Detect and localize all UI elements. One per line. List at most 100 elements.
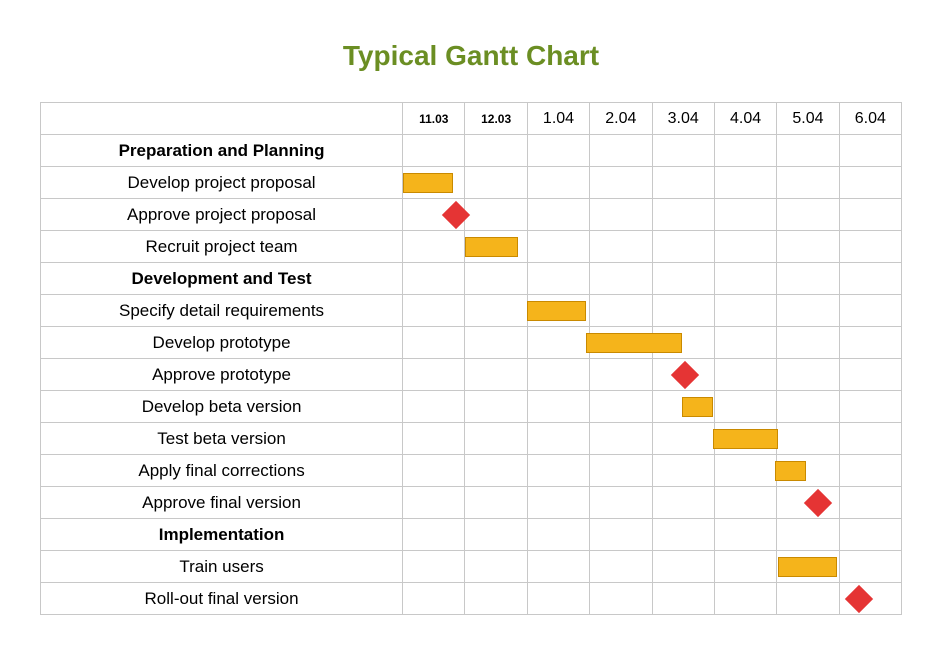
gantt-cell bbox=[777, 167, 839, 199]
gantt-cell bbox=[527, 519, 589, 551]
gantt-cell bbox=[652, 263, 714, 295]
gantt-cell bbox=[652, 135, 714, 167]
gantt-cell bbox=[590, 199, 652, 231]
gantt-group-row: Development and Test bbox=[41, 263, 902, 295]
label-header-blank bbox=[41, 103, 403, 135]
task-label: Approve final version bbox=[41, 487, 403, 519]
gantt-cell bbox=[527, 551, 589, 583]
gantt-cell bbox=[465, 295, 527, 327]
gantt-cell bbox=[590, 551, 652, 583]
gantt-task-row: Approve prototype bbox=[41, 359, 902, 391]
gantt-cell bbox=[527, 423, 589, 455]
gantt-cell bbox=[527, 391, 589, 423]
gantt-task-row: Approve final version bbox=[41, 487, 902, 519]
gantt-task-row: Approve project proposal bbox=[41, 199, 902, 231]
time-header: 2.04 bbox=[590, 103, 652, 135]
gantt-cell bbox=[590, 583, 652, 615]
gantt-task-row: Recruit project team bbox=[41, 231, 902, 263]
gantt-cell bbox=[839, 327, 901, 359]
gantt-task-row: Develop prototype bbox=[41, 327, 902, 359]
gantt-cell bbox=[527, 231, 589, 263]
gantt-cell bbox=[777, 295, 839, 327]
gantt-task-row: Develop project proposal bbox=[41, 167, 902, 199]
gantt-cell bbox=[465, 199, 527, 231]
gantt-cell bbox=[777, 455, 839, 487]
gantt-cell bbox=[590, 487, 652, 519]
gantt-cell bbox=[590, 519, 652, 551]
gantt-bar bbox=[403, 173, 453, 193]
gantt-task-row: Develop beta version bbox=[41, 391, 902, 423]
time-header: 11.03 bbox=[403, 103, 465, 135]
gantt-cell bbox=[777, 583, 839, 615]
gantt-cell bbox=[403, 263, 465, 295]
gantt-cell bbox=[714, 487, 776, 519]
gantt-task-row: Roll-out final version bbox=[41, 583, 902, 615]
gantt-cell bbox=[527, 583, 589, 615]
gantt-cell bbox=[652, 231, 714, 263]
group-label: Development and Test bbox=[41, 263, 403, 295]
gantt-cell bbox=[527, 167, 589, 199]
gantt-cell bbox=[714, 391, 776, 423]
time-header: 5.04 bbox=[777, 103, 839, 135]
gantt-cell bbox=[403, 295, 465, 327]
gantt-cell bbox=[714, 295, 776, 327]
chart-title: Typical Gantt Chart bbox=[0, 40, 942, 72]
gantt-cell bbox=[714, 231, 776, 263]
gantt-cell bbox=[465, 423, 527, 455]
gantt-cell bbox=[527, 359, 589, 391]
gantt-group-row: Preparation and Planning bbox=[41, 135, 902, 167]
gantt-cell bbox=[527, 199, 589, 231]
gantt-cell bbox=[839, 583, 901, 615]
gantt-cell bbox=[590, 455, 652, 487]
task-label: Develop prototype bbox=[41, 327, 403, 359]
gantt-cell bbox=[777, 263, 839, 295]
gantt-cell bbox=[714, 423, 776, 455]
gantt-cell bbox=[465, 231, 527, 263]
gantt-group-row: Implementation bbox=[41, 519, 902, 551]
gantt-body: Preparation and PlanningDevelop project … bbox=[41, 135, 902, 615]
task-label: Develop beta version bbox=[41, 391, 403, 423]
gantt-cell bbox=[403, 487, 465, 519]
gantt-cell bbox=[714, 135, 776, 167]
gantt-cell bbox=[590, 327, 652, 359]
gantt-cell bbox=[777, 199, 839, 231]
time-header: 1.04 bbox=[527, 103, 589, 135]
gantt-cell bbox=[839, 519, 901, 551]
gantt-cell bbox=[839, 167, 901, 199]
gantt-cell bbox=[527, 135, 589, 167]
gantt-cell bbox=[590, 295, 652, 327]
task-label: Approve prototype bbox=[41, 359, 403, 391]
gantt-cell bbox=[652, 167, 714, 199]
gantt-cell bbox=[403, 135, 465, 167]
gantt-cell bbox=[714, 263, 776, 295]
gantt-cell bbox=[465, 167, 527, 199]
gantt-cell bbox=[839, 551, 901, 583]
task-label: Roll-out final version bbox=[41, 583, 403, 615]
gantt-cell bbox=[465, 551, 527, 583]
time-header: 12.03 bbox=[465, 103, 527, 135]
time-header: 6.04 bbox=[839, 103, 901, 135]
gantt-cell bbox=[839, 391, 901, 423]
gantt-cell bbox=[714, 519, 776, 551]
gantt-cell bbox=[590, 359, 652, 391]
gantt-cell bbox=[652, 295, 714, 327]
gantt-cell bbox=[839, 231, 901, 263]
gantt-cell bbox=[590, 167, 652, 199]
gantt-cell bbox=[527, 263, 589, 295]
gantt-cell bbox=[590, 135, 652, 167]
gantt-cell bbox=[777, 423, 839, 455]
gantt-cell bbox=[652, 423, 714, 455]
gantt-cell bbox=[465, 135, 527, 167]
task-label: Develop project proposal bbox=[41, 167, 403, 199]
task-label: Specify detail requirements bbox=[41, 295, 403, 327]
gantt-cell bbox=[839, 263, 901, 295]
time-header: 3.04 bbox=[652, 103, 714, 135]
gantt-cell bbox=[777, 391, 839, 423]
gantt-cell bbox=[777, 327, 839, 359]
gantt-cell bbox=[777, 487, 839, 519]
task-label: Train users bbox=[41, 551, 403, 583]
gantt-cell bbox=[403, 423, 465, 455]
gantt-cell bbox=[839, 455, 901, 487]
gantt-cell bbox=[839, 487, 901, 519]
gantt-cell bbox=[652, 487, 714, 519]
